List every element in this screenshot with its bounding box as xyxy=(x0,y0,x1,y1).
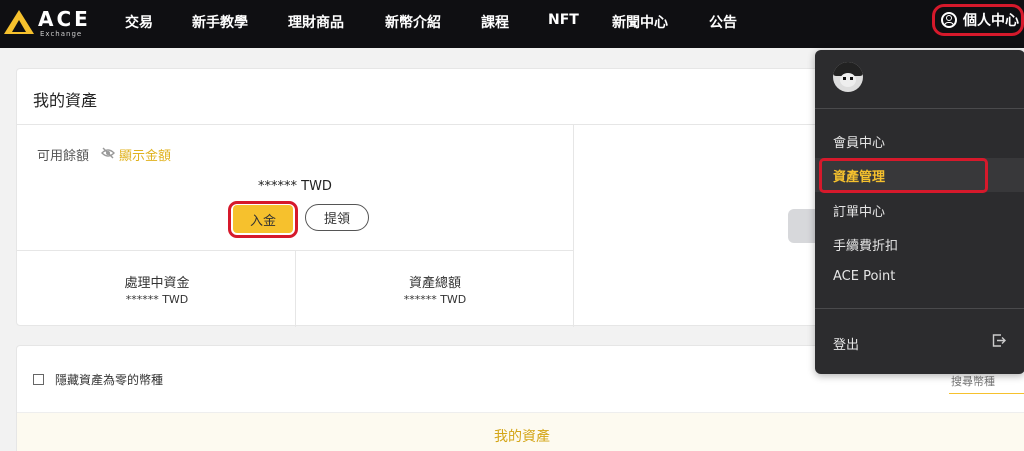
nav-item-new-coins[interactable]: 新幣介紹 xyxy=(385,12,441,32)
user-circle-icon xyxy=(941,12,957,28)
nav-item-courses[interactable]: 課程 xyxy=(481,12,509,32)
asset-management-highlight xyxy=(819,158,988,193)
hide-zero-checkbox[interactable] xyxy=(33,374,44,385)
menu-item-fee-discount[interactable]: 手續費折扣 xyxy=(833,235,898,254)
logo-subtext: Exchange xyxy=(40,30,83,38)
hide-zero-label: 隱藏資產為零的幣種 xyxy=(55,373,164,387)
eye-off-icon[interactable] xyxy=(101,147,115,159)
withdraw-button[interactable]: 提領 xyxy=(305,204,369,231)
available-balance-value: ****** TWD xyxy=(258,179,332,194)
ace-logo[interactable]: ACE Exchange xyxy=(4,6,94,42)
nav-item-trade[interactable]: 交易 xyxy=(125,12,153,32)
logout-icon[interactable] xyxy=(992,334,1006,347)
processing-funds-value: ****** TWD xyxy=(125,293,189,306)
divider xyxy=(295,250,296,327)
total-assets-value: ****** TWD xyxy=(403,293,467,306)
page-title: 我的資產 xyxy=(33,91,98,110)
nav-item-announcements[interactable]: 公告 xyxy=(709,12,737,32)
menu-item-logout[interactable]: 登出 xyxy=(833,334,859,353)
total-assets-label: 資產總額 xyxy=(408,276,461,291)
tab-my-assets[interactable]: 我的資產 xyxy=(17,426,1024,446)
menu-item-ace-point[interactable]: ACE Point xyxy=(833,269,895,284)
profile-center-button[interactable]: 個人中心 xyxy=(932,4,1024,36)
top-nav: ACE Exchange 交易 新手教學 理財商品 新幣介紹 課程 NFT 新聞… xyxy=(0,0,1024,48)
avatar-eyes xyxy=(843,77,853,80)
nav-item-beginner[interactable]: 新手教學 xyxy=(192,12,248,32)
nav-item-news[interactable]: 新聞中心 xyxy=(612,12,668,32)
avatar xyxy=(833,62,863,92)
nav-item-finance-products[interactable]: 理財商品 xyxy=(288,12,344,32)
avatar-face xyxy=(840,73,856,87)
menu-item-member-center[interactable]: 會員中心 xyxy=(833,132,885,151)
menu-divider xyxy=(815,108,1024,109)
menu-divider xyxy=(815,308,1024,309)
menu-item-order-center[interactable]: 訂單中心 xyxy=(833,201,885,220)
divider xyxy=(573,124,574,327)
available-balance-label: 可用餘額 xyxy=(37,149,90,164)
asset-tab-bar: 我的資產 xyxy=(17,412,1024,451)
profile-dropdown-menu: 會員中心 資產管理 訂單中心 手續費折扣 ACE Point 登出 xyxy=(815,50,1024,374)
logo-text: ACE xyxy=(38,7,91,31)
nav-item-nft[interactable]: NFT xyxy=(548,12,579,28)
profile-center-label: 個人中心 xyxy=(963,13,1019,29)
logo-triangle-inner xyxy=(12,20,26,32)
deposit-button[interactable]: 入金 xyxy=(233,205,293,233)
processing-funds-label: 處理中資金 xyxy=(124,276,190,291)
show-amount-link[interactable]: 顯示金額 xyxy=(119,145,171,164)
